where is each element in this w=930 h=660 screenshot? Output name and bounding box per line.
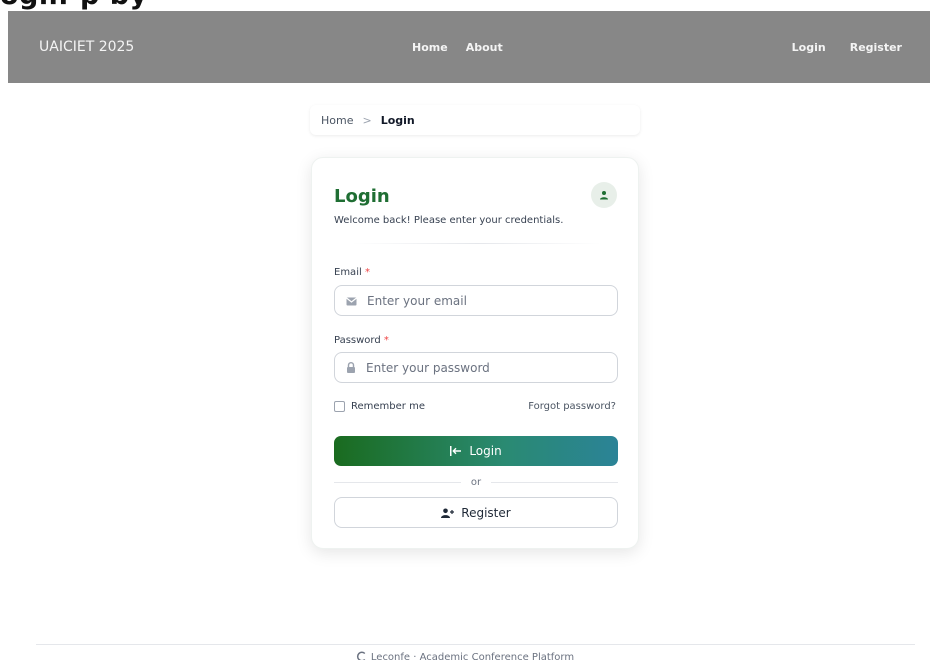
footer-text: Leconfe · Academic Conference Platform — [370, 652, 575, 660]
or-label: or — [470, 476, 482, 488]
login-button-label: Login — [469, 444, 502, 458]
nav-link-login[interactable]: Login — [792, 41, 826, 54]
user-icon — [591, 182, 617, 208]
nav-link-home[interactable]: Home — [412, 41, 448, 54]
login-card: Login Welcome back! Please enter your cr… — [311, 157, 639, 549]
register-button[interactable]: Register — [334, 497, 618, 528]
header-divider — [352, 243, 602, 244]
password-input[interactable] — [366, 360, 606, 375]
envelope-icon — [346, 291, 357, 310]
nav-right-links: Login Register — [792, 41, 902, 54]
cropped-heading-fragment: ogin-p by — [0, 0, 148, 11]
email-field-wrapper[interactable] — [334, 285, 618, 316]
breadcrumb-home-link[interactable]: Home — [321, 114, 353, 127]
sign-in-icon — [450, 446, 462, 456]
login-subtitle: Welcome back! Please enter your credenti… — [334, 215, 564, 226]
breadcrumb: Home > Login — [310, 105, 640, 135]
lock-icon — [346, 358, 356, 377]
remember-label: Remember me — [351, 401, 425, 412]
footer: Leconfe · Academic Conference Platform — [0, 651, 930, 660]
brand-link[interactable]: UAICIET 2025 — [39, 39, 134, 55]
nav-link-about[interactable]: About — [466, 41, 503, 54]
leconfe-logo-icon — [356, 651, 366, 660]
remember-checkbox[interactable] — [334, 401, 345, 412]
required-mark: * — [364, 267, 370, 278]
breadcrumb-separator: > — [362, 113, 372, 127]
breadcrumb-current: Login — [380, 113, 415, 127]
remember-me[interactable]: Remember me — [334, 401, 425, 412]
footer-divider — [36, 644, 915, 645]
password-field-wrapper[interactable] — [334, 352, 618, 383]
login-title: Login — [334, 186, 390, 207]
nav-link-register[interactable]: Register — [850, 41, 902, 54]
nav-center-links: Home About — [412, 41, 503, 54]
email-label: Email * — [334, 267, 370, 278]
email-input[interactable] — [367, 293, 607, 308]
required-mark: * — [383, 335, 389, 346]
or-divider: or — [334, 476, 619, 488]
password-label: Password * — [334, 335, 389, 346]
top-navbar: UAICIET 2025 Home About Login Register — [8, 11, 930, 83]
user-plus-icon — [441, 508, 455, 518]
forgot-password-link[interactable]: Forgot password? — [528, 401, 616, 412]
login-button[interactable]: Login — [334, 436, 618, 466]
register-button-label: Register — [461, 505, 511, 520]
